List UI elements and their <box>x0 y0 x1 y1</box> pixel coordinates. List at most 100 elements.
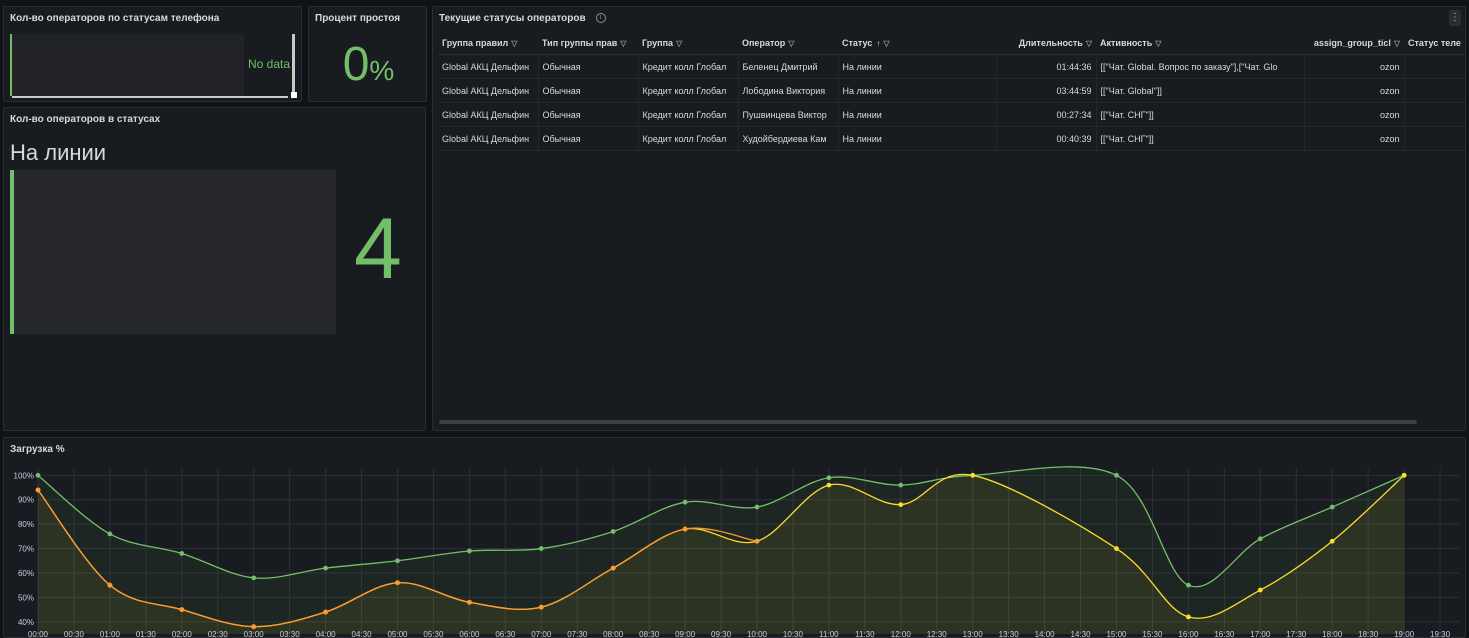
sort-asc-icon[interactable]: ↑ <box>876 39 880 48</box>
table-title-text: Текущие статусы операторов <box>439 13 586 24</box>
series-point[interactable] <box>970 472 976 478</box>
series-point[interactable] <box>754 538 760 544</box>
x-tick-label: 16:00 <box>1178 630 1199 638</box>
x-tick-label: 11:30 <box>855 630 875 638</box>
x-tick-label: 08:30 <box>639 630 660 638</box>
cell-rule-type: Обычная <box>538 126 639 151</box>
cell-operator: Лободина Виктория <box>738 78 839 103</box>
phone-status-bottom-track <box>12 96 288 98</box>
table-body: Global АКЦ Дельфин Обычная Кредит колл Г… <box>438 54 1465 151</box>
y-tick-label: 60% <box>18 569 34 578</box>
col-group[interactable]: Группа ▽ <box>638 32 738 55</box>
col-status[interactable]: Статус ↑ ▽ <box>838 32 996 55</box>
x-tick-label: 17:00 <box>1250 630 1271 638</box>
col-operator[interactable]: Оператор ▽ <box>738 32 838 55</box>
table-row[interactable]: Global АКЦ Дельфин Обычная Кредит колл Г… <box>438 54 1465 79</box>
filter-icon[interactable]: ▽ <box>883 39 889 48</box>
series-point[interactable] <box>826 475 832 481</box>
series-point[interactable] <box>1329 538 1335 544</box>
series-point[interactable] <box>1114 546 1119 551</box>
series-point[interactable] <box>395 558 400 564</box>
series-point[interactable] <box>682 499 688 505</box>
filter-icon[interactable]: ▽ <box>620 39 626 48</box>
x-tick-label: 10:00 <box>747 630 768 638</box>
x-tick-label: 18:00 <box>1322 630 1343 638</box>
info-icon[interactable]: i <box>595 13 606 24</box>
series-point[interactable] <box>1401 472 1407 478</box>
x-tick-label: 05:00 <box>387 630 408 638</box>
series-point[interactable] <box>754 504 760 510</box>
cell-phone-status <box>1404 54 1465 79</box>
series-point[interactable] <box>1114 472 1119 478</box>
y-tick-label: 70% <box>18 545 34 554</box>
series-point[interactable] <box>610 529 616 534</box>
filter-icon[interactable]: ▽ <box>1086 39 1092 48</box>
table-panel-title: Текущие статусы операторов i <box>439 13 606 24</box>
series-point[interactable] <box>323 609 328 615</box>
cell-assign-group: ozon <box>1304 54 1405 79</box>
table-row[interactable]: Global АКЦ Дельфин Обычная Кредит колл Г… <box>438 102 1465 127</box>
series-point[interactable] <box>610 565 616 571</box>
operator-status-table-panel: Текущие статусы операторов i ⋮ Группа пра… <box>432 6 1466 431</box>
phone-status-scroll-track[interactable] <box>292 34 295 97</box>
cell-rule-group: Global АКЦ Дельфин <box>438 78 539 103</box>
x-tick-label: 14:30 <box>1071 630 1092 638</box>
filter-icon[interactable]: ▽ <box>1394 39 1400 48</box>
series-point[interactable] <box>35 487 41 493</box>
cell-activity: [["Чат. Global"]] <box>1096 78 1305 103</box>
x-tick-label: 01:00 <box>100 630 121 638</box>
x-tick-label: 00:30 <box>64 630 85 638</box>
series-point[interactable] <box>251 624 257 630</box>
filter-icon[interactable]: ▽ <box>676 39 682 48</box>
series-point[interactable] <box>1186 614 1191 620</box>
series-point[interactable] <box>179 607 185 612</box>
filter-icon[interactable]: ▽ <box>788 39 794 48</box>
panel-menu-icon[interactable]: ⋮ <box>1449 10 1461 26</box>
cell-operator: Пушвинцева Виктор <box>738 102 839 127</box>
x-tick-label: 00:00 <box>28 630 49 638</box>
load-chart-panel: Загрузка % 40% 50% 60% 70% 80% 90% 100% 00:00 0… <box>3 437 1466 638</box>
series-point[interactable] <box>898 502 904 508</box>
phone-status-bar-area <box>10 34 244 96</box>
col-duration[interactable]: Длительность ▽ <box>996 32 1096 55</box>
col-assign-group[interactable]: assign_group_ticl ▽ <box>1304 32 1404 55</box>
operator-table: Группа правил ▽ Тип группы прав ▽ Группа ▽ … <box>438 32 1465 151</box>
series-point[interactable] <box>107 531 113 537</box>
series-point[interactable] <box>107 582 113 588</box>
col-activity[interactable]: Активность ▽ <box>1096 32 1304 55</box>
x-tick-label: 02:30 <box>208 630 229 638</box>
series-point[interactable] <box>538 604 544 610</box>
col-rule-type[interactable]: Тип группы прав ▽ <box>538 32 638 55</box>
series-point[interactable] <box>826 482 832 488</box>
x-tick-label: 17:30 <box>1286 630 1307 638</box>
filter-icon[interactable]: ▽ <box>1155 39 1161 48</box>
series-point[interactable] <box>467 548 472 554</box>
series-point[interactable] <box>1329 504 1335 510</box>
series-point[interactable] <box>538 546 544 551</box>
series-point[interactable] <box>898 482 904 488</box>
series-point[interactable] <box>179 551 185 556</box>
series-point[interactable] <box>467 599 472 605</box>
col-phone-status[interactable]: Статус теле <box>1404 32 1465 55</box>
filter-icon[interactable]: ▽ <box>511 39 517 48</box>
series-point[interactable] <box>1186 582 1191 588</box>
series-point[interactable] <box>682 526 688 532</box>
series-point[interactable] <box>395 580 400 586</box>
cell-group: Кредит колл Глобал <box>638 54 739 79</box>
series-point[interactable] <box>323 565 328 571</box>
x-tick-label: 01:30 <box>136 630 157 638</box>
cell-rule-type: Обычная <box>538 102 639 127</box>
cell-operator: Беленец Дмитрий <box>738 54 839 79</box>
series-point[interactable] <box>35 472 41 478</box>
x-tick-label: 10:30 <box>783 630 804 638</box>
series-point[interactable] <box>1257 536 1263 542</box>
table-row[interactable]: Global АКЦ Дельфин Обычная Кредит колл Г… <box>438 78 1465 103</box>
horizontal-scrollbar[interactable] <box>439 420 1417 424</box>
series-point[interactable] <box>1257 587 1263 593</box>
cell-status: На линии <box>838 126 997 151</box>
table-row[interactable]: Global АКЦ Дельфин Обычная Кредит колл Г… <box>438 126 1465 151</box>
x-tick-label: 15:00 <box>1106 630 1127 638</box>
series-point[interactable] <box>251 575 257 581</box>
col-rule-group[interactable]: Группа правил ▽ <box>438 32 538 55</box>
phone-status-scroll-handle[interactable] <box>291 92 297 98</box>
